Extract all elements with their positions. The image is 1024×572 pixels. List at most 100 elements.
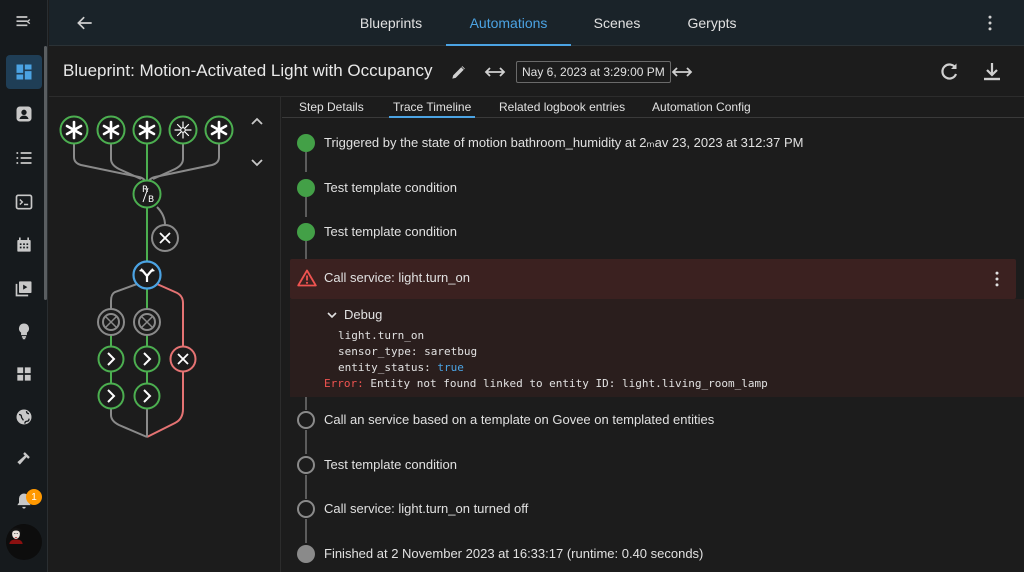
page-title: Blueprint: Motion-Activated Light with O… [63,61,433,80]
edit-button[interactable] [447,60,471,84]
sidebar-item-energy[interactable] [6,314,42,348]
next-trace-button[interactable] [671,62,693,82]
sidebar-item-media[interactable] [6,271,42,305]
refresh-button[interactable] [937,60,961,84]
timeline-item-text: Call service: light.turn_on turned off [324,501,529,516]
debug-service: light.turn_on [338,329,425,342]
graph-node-condition-failed[interactable] [151,224,179,252]
graph-node-action[interactable] [97,345,161,373]
tab-label: Gerypts [687,15,737,31]
user-avatar-icon [6,524,26,544]
dots-vertical-icon [995,271,999,287]
top-app-bar: Blueprints Automations Scenes Gerypts [49,0,1024,46]
svg-text:B: B [148,195,154,205]
timeline-item-text: Triggered by the state of motion bathroo… [324,135,804,150]
notification-badge: 1 [26,489,42,505]
dots-vertical-icon [988,15,992,31]
tab-label: Automations [469,15,548,31]
trace-graph: R B [59,115,263,438]
trace-graph-panel: R B [49,97,281,572]
sidebar-item-logbook[interactable] [6,141,42,175]
widgets-icon [17,367,31,381]
timeline-item-text: Call an service based on a template on G… [324,412,715,427]
debug-entity-status: entity_status: true [338,361,464,374]
debug-error: Error: Entity not found linked to entity… [324,377,768,390]
previous-trace-button[interactable] [484,62,506,82]
tab-related-logbook[interactable]: Related logbook entries [499,97,625,117]
menu-icon [16,16,31,27]
media-icon [15,281,32,297]
debug-key: sensor_type: [338,345,418,358]
timeline-item[interactable]: Call an service based on a template on G… [282,405,1024,435]
menu-button[interactable] [0,0,48,44]
back-button[interactable] [73,11,97,35]
timeline-item[interactable]: Finished at 2 November 2023 at 16:33:17 … [282,539,1024,569]
graph-node-error[interactable] [169,345,197,373]
globe-icon [16,409,32,425]
timeline-item-text: Call service: light.turn_on [324,270,470,285]
timeline-item-text: Finished at 2 November 2023 at 16:33:17 … [324,546,704,561]
timeline-item[interactable]: Triggered by the state of motion bathroo… [282,128,1024,158]
timeline-item[interactable]: Test template condition [282,217,1024,247]
timeline-item-text: Test template condition [324,457,457,472]
list-icon [16,152,32,164]
timeline-item[interactable]: Test template condition [282,173,1024,203]
error-label: Error: [324,377,364,390]
tab-label: Trace Timeline [393,100,472,114]
debug-value: saretbug [424,345,478,358]
tab-label: Blueprints [359,15,423,31]
debug-value: true [437,361,464,374]
timeline-item[interactable]: Call service: light.turn_on turned off [282,494,1024,524]
sidebar-item-dashboard[interactable] [6,55,42,89]
avatar[interactable] [6,524,42,560]
tab-label: Scenes [593,15,641,31]
success-dot-icon [297,134,315,152]
overflow-menu-button[interactable] [978,11,1002,35]
download-icon [984,63,1000,81]
dashboard-icon [16,64,32,80]
tab-label: Automation Config [652,100,751,114]
graph-node-parallel[interactable] [97,308,161,336]
sidebar-item-widgets[interactable] [6,357,42,391]
calendar-grid-icon [17,237,31,252]
debug-toggle[interactable]: Debug [326,307,382,322]
refresh-icon [941,63,958,80]
tab-blueprints[interactable]: Blueprints [346,0,436,46]
trace-date-selector[interactable]: Nay 6, 2023 at 3:29:00 PM [516,61,671,83]
sidebar-item-map[interactable] [6,400,42,434]
graph-scroll-up-button[interactable] [251,117,263,125]
error-message: Entity not found linked to entity ID: li… [370,377,768,390]
item-overflow-menu-button[interactable] [987,268,1007,290]
arrow-left-icon [77,16,92,30]
sidebar-item-calendar[interactable] [6,228,42,262]
timeline-item-error[interactable]: Call service: light.turn_on [290,259,1016,299]
trigger-nodes[interactable] [59,115,234,145]
download-button[interactable] [980,60,1004,84]
debug-sensor-type: sensor_type: saretbug [338,345,477,358]
debug-details: Debug light.turn_on sensor_type: saretbu… [290,299,1024,397]
warning-triangle-icon [297,269,317,287]
tab-scenes[interactable]: Scenes [577,0,657,46]
timeline-item-text: Test template condition [324,180,457,195]
hammer-icon [17,452,30,465]
timeline-item[interactable]: Test template condition [282,450,1024,480]
graph-node-choose[interactable] [132,260,162,290]
sidebar-scrollbar[interactable] [44,46,47,300]
success-dot-icon [297,179,315,197]
tab-gerypts[interactable]: Gerypts [671,0,753,46]
pencil-icon [452,66,465,79]
sidebar: 1 [0,0,48,572]
sidebar-item-developer-tools[interactable] [6,441,42,475]
tab-trace-timeline[interactable]: Trace Timeline [388,97,476,118]
tab-automation-config[interactable]: Automation Config [652,97,751,117]
success-dot-icon [297,223,315,241]
terminal-icon [15,194,33,210]
graph-scroll-down-button[interactable] [251,159,263,167]
debug-key: entity_status: [338,361,431,374]
tab-step-details[interactable]: Step Details [299,97,364,117]
tab-automations[interactable]: Automations [446,0,571,46]
graph-node-split[interactable]: R B [132,179,162,209]
graph-node-action[interactable] [97,382,161,410]
sidebar-item-terminal[interactable] [6,185,42,219]
sidebar-item-people[interactable] [6,97,42,131]
